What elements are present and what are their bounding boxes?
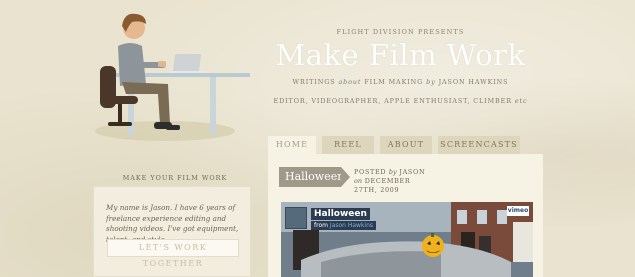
sidebar-heading: MAKE YOUR FILM WORK [122, 174, 228, 182]
tagline-about: about [338, 78, 362, 86]
tagline-author: JASON HAWKINS [438, 78, 509, 86]
roles-suffix: etc [514, 97, 528, 105]
post-date: DECEMBER 27TH, 2009 [354, 177, 411, 194]
posted-on: on [354, 177, 362, 185]
video-from: from [314, 222, 328, 229]
illustration-man-at-desk [70, 6, 270, 146]
roles-text: EDITOR, VIDEOGRAPHER, APPLE ENTHUSIAST, … [273, 97, 512, 105]
post-category-badge[interactable]: Halloween [279, 167, 350, 187]
tab-about[interactable]: ABOUT [380, 136, 432, 154]
tagline-prefix: WRITINGS [292, 78, 336, 86]
tagline: WRITINGS about FILM MAKING by JASON HAWK… [268, 78, 533, 86]
post-author[interactable]: JASON [399, 168, 425, 176]
tagline-subject: FILM MAKING [364, 78, 424, 86]
work-together-button[interactable]: LET'S WORK TOGETHER [107, 239, 239, 268]
presents-label: FLIGHT DIVISION PRESENTS [336, 28, 465, 36]
channel-avatar[interactable] [285, 207, 307, 229]
posted-by: by [388, 168, 397, 176]
video-title[interactable]: Halloween [311, 208, 370, 220]
roles-line: EDITOR, VIDEOGRAPHER, APPLE ENTHUSIAST, … [268, 97, 533, 105]
main-content: Halloween POSTED by JASON on DECEMBER 27… [268, 154, 543, 277]
jack-o-lantern-icon [422, 235, 444, 257]
about-box: My name is Jason. I have 6 years of free… [93, 186, 251, 277]
tab-reel[interactable]: REEL [322, 136, 374, 154]
video-embed[interactable]: Halloween from Jason Hawkins vimeo [281, 202, 533, 277]
vimeo-logo-icon[interactable]: vimeo [507, 206, 529, 216]
posted-label: POSTED [354, 168, 387, 176]
video-byline: from Jason Hawkins [311, 221, 377, 230]
post-meta: POSTED by JASON on DECEMBER 27TH, 2009 [354, 168, 434, 195]
tagline-by: by [426, 78, 436, 86]
man-at-desk-icon [95, 13, 250, 141]
video-channel-link[interactable]: Jason Hawkins [330, 222, 373, 229]
tab-home[interactable]: HOME [268, 136, 316, 154]
tab-screencasts[interactable]: SCREENCASTS [438, 136, 520, 154]
site-title[interactable]: Make Film Work [268, 38, 533, 72]
